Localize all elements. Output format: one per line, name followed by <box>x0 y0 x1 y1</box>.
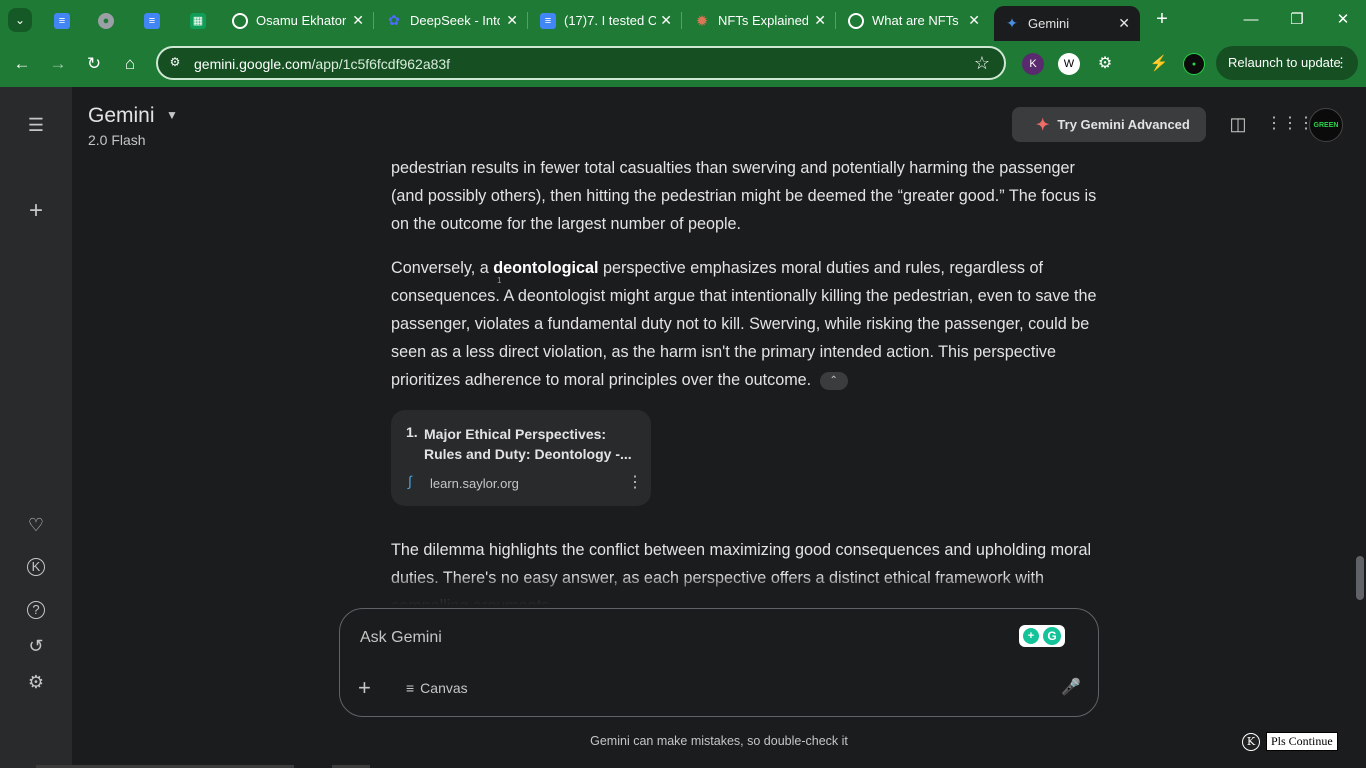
account-avatar[interactable]: GREEN <box>1309 108 1343 142</box>
grammarly-widget[interactable]: + G <box>1019 625 1065 647</box>
globe-icon: ● <box>98 12 114 29</box>
more-vert-icon[interactable]: ⋮ <box>1335 46 1348 80</box>
deepseek-icon: ✿ <box>388 12 400 28</box>
tab-deepseek[interactable]: ✿ DeepSeek - Into ✕ <box>376 4 528 37</box>
extension-k-icon[interactable]: K <box>1022 53 1044 75</box>
prompt-input[interactable]: Ask Gemini <box>360 629 442 647</box>
model-name[interactable]: 2.0 Flash <box>88 132 146 148</box>
tab-globe[interactable]: ● <box>88 4 126 37</box>
forward-arrow-icon[interactable]: → <box>46 52 70 76</box>
bookmark-star-icon[interactable]: ☆ <box>974 53 990 74</box>
pls-continue-button[interactable]: Pls Continue <box>1266 732 1338 751</box>
response-paragraph: Conversely, a deontological perspective … <box>391 259 1097 390</box>
openai-icon <box>232 12 248 29</box>
relaunch-button[interactable]: Relaunch to update ⋮ <box>1216 46 1358 80</box>
home-icon[interactable]: ⌂ <box>118 52 142 76</box>
tab-google-sheets[interactable]: ▦ <box>180 4 218 37</box>
extension-k-icon[interactable]: K <box>1242 732 1260 751</box>
tab-title: Osamu Ekhator <box>256 13 347 28</box>
tab-search-button[interactable]: ⌄ <box>8 8 32 32</box>
extensions-puzzle-icon[interactable]: ⚙ <box>1094 53 1116 75</box>
tab-osamu[interactable]: Osamu Ekhator ✕ <box>222 4 374 37</box>
disclaimer-text: Gemini can make mistakes, so double-chec… <box>590 734 848 748</box>
extension-w-icon[interactable]: W <box>1058 53 1080 75</box>
browser-toolbar: ← → ↻ ⌂ ⚙ gemini.google.com/app/1c5f6fcd… <box>0 41 1366 87</box>
scroll-fade <box>391 574 1103 606</box>
settings-gear-icon[interactable]: ⚙ <box>24 670 48 694</box>
gem-manager-icon[interactable]: ♡ <box>24 513 48 537</box>
clear-chat-icon[interactable]: ◫ <box>1226 112 1250 136</box>
google-apps-grid-icon[interactable]: ⋮⋮⋮ <box>1266 112 1314 136</box>
grammarly-assist-icon[interactable]: + <box>1023 628 1039 644</box>
collapse-sources-button[interactable]: ⌃ <box>819 371 848 390</box>
tab-nfts-explained[interactable]: ✹ NFTs Explained ✕ <box>684 4 836 37</box>
tab-google-docs-2[interactable]: ≡ <box>134 4 172 37</box>
sidebar: ☰ + ♡ K ? ↺ ⚙ <box>0 87 72 768</box>
source-title[interactable]: Major Ethical Perspectives: Rules and Du… <box>424 424 636 464</box>
google-sheets-icon: ▦ <box>190 12 206 29</box>
close-window-button[interactable]: ✕ <box>1320 0 1366 40</box>
close-tab-icon[interactable]: ✕ <box>968 12 980 29</box>
close-tab-icon[interactable]: ✕ <box>352 12 364 29</box>
menu-icon[interactable]: ☰ <box>24 113 48 137</box>
tab-title: Gemini <box>1028 16 1070 31</box>
performance-icon[interactable]: ⚡ <box>1148 53 1170 75</box>
close-tab-icon[interactable]: ✕ <box>1118 15 1130 32</box>
gemini-icon: ✦ <box>1006 15 1018 31</box>
openai-icon <box>848 12 864 29</box>
citation-marker[interactable]: 1 <box>497 276 501 285</box>
try-gemini-advanced-button[interactable]: ✦ Try Gemini Advanced <box>1012 107 1206 142</box>
tab-title: (17)7. I tested C <box>564 13 656 28</box>
new-tab-button[interactable]: + <box>1151 8 1173 30</box>
add-files-plus-icon[interactable]: + <box>358 675 371 701</box>
scrollbar-thumb[interactable] <box>1356 556 1364 600</box>
claude-icon: ✹ <box>695 12 709 30</box>
more-vert-icon[interactable]: ⋮ <box>627 472 643 492</box>
prompt-input-box[interactable]: Ask Gemini + G + ≡ Canvas 🎤 <box>339 608 1099 717</box>
google-docs-icon: ≡ <box>144 12 160 29</box>
profile-avatar-icon[interactable]: ● <box>1183 53 1205 75</box>
address-bar[interactable]: ⚙ gemini.google.com/app/1c5f6fcdf962a83f… <box>156 46 1006 80</box>
grammarly-logo-icon[interactable]: G <box>1043 627 1061 645</box>
saylor-logo-icon: ∫ <box>408 473 412 489</box>
tab-title: NFTs Explained <box>718 13 808 28</box>
help-icon[interactable]: ? <box>24 598 48 622</box>
activity-history-icon[interactable]: ↺ <box>24 634 48 658</box>
tab-gemini[interactable]: ✦ Gemini ✕ <box>994 6 1140 41</box>
source-number: 1. <box>406 424 418 440</box>
source-domain: learn.saylor.org <box>430 476 519 491</box>
url-text[interactable]: gemini.google.com/app/1c5f6fcdf962a83f <box>194 56 450 72</box>
new-chat-plus-icon[interactable]: + <box>24 199 48 223</box>
browser-tab-bar: ⌄ ≡ ● ≡ ▦ Osamu Ekhator ✕ ✿ DeepSeek - I… <box>0 0 1366 41</box>
restore-button[interactable]: ❐ <box>1274 0 1320 40</box>
extension-k-sidebar-icon[interactable]: K <box>24 555 48 579</box>
microphone-icon[interactable]: 🎤 <box>1061 677 1081 697</box>
close-tab-icon[interactable]: ✕ <box>506 12 518 29</box>
tab-what-are-nfts[interactable]: What are NFTs ✕ <box>838 4 990 37</box>
canvas-icon: ≡ <box>406 680 415 696</box>
reload-icon[interactable]: ↻ <box>82 52 106 76</box>
tab-google-docs-1[interactable]: ≡ <box>44 4 82 37</box>
close-tab-icon[interactable]: ✕ <box>660 12 672 29</box>
sparkle-icon: ✦ <box>1036 116 1050 134</box>
caret-down-icon[interactable]: ▼ <box>166 108 178 122</box>
response-paragraph: pedestrian results in fewer total casual… <box>391 159 1097 233</box>
close-tab-icon[interactable]: ✕ <box>814 12 826 29</box>
google-docs-icon: ≡ <box>54 12 70 29</box>
tab-title: What are NFTs <box>872 13 959 28</box>
back-arrow-icon[interactable]: ← <box>10 52 34 76</box>
model-selector-title[interactable]: Gemini <box>88 104 155 128</box>
tab-title: DeepSeek - Into <box>410 13 500 28</box>
google-docs-icon: ≡ <box>540 12 556 29</box>
site-info-icon[interactable]: ⚙ <box>166 55 184 73</box>
pls-continue-widget[interactable]: K Pls Continue <box>1242 732 1338 751</box>
response-content: pedestrian results in fewer total casual… <box>391 154 1103 606</box>
source-card[interactable]: 1. Major Ethical Perspectives: Rules and… <box>391 410 651 506</box>
canvas-button[interactable]: ≡ Canvas <box>406 680 468 696</box>
tab-docs-article[interactable]: ≡ (17)7. I tested C ✕ <box>530 4 682 37</box>
minimize-button[interactable]: — <box>1228 0 1274 40</box>
bold-term: deontological <box>493 259 599 277</box>
